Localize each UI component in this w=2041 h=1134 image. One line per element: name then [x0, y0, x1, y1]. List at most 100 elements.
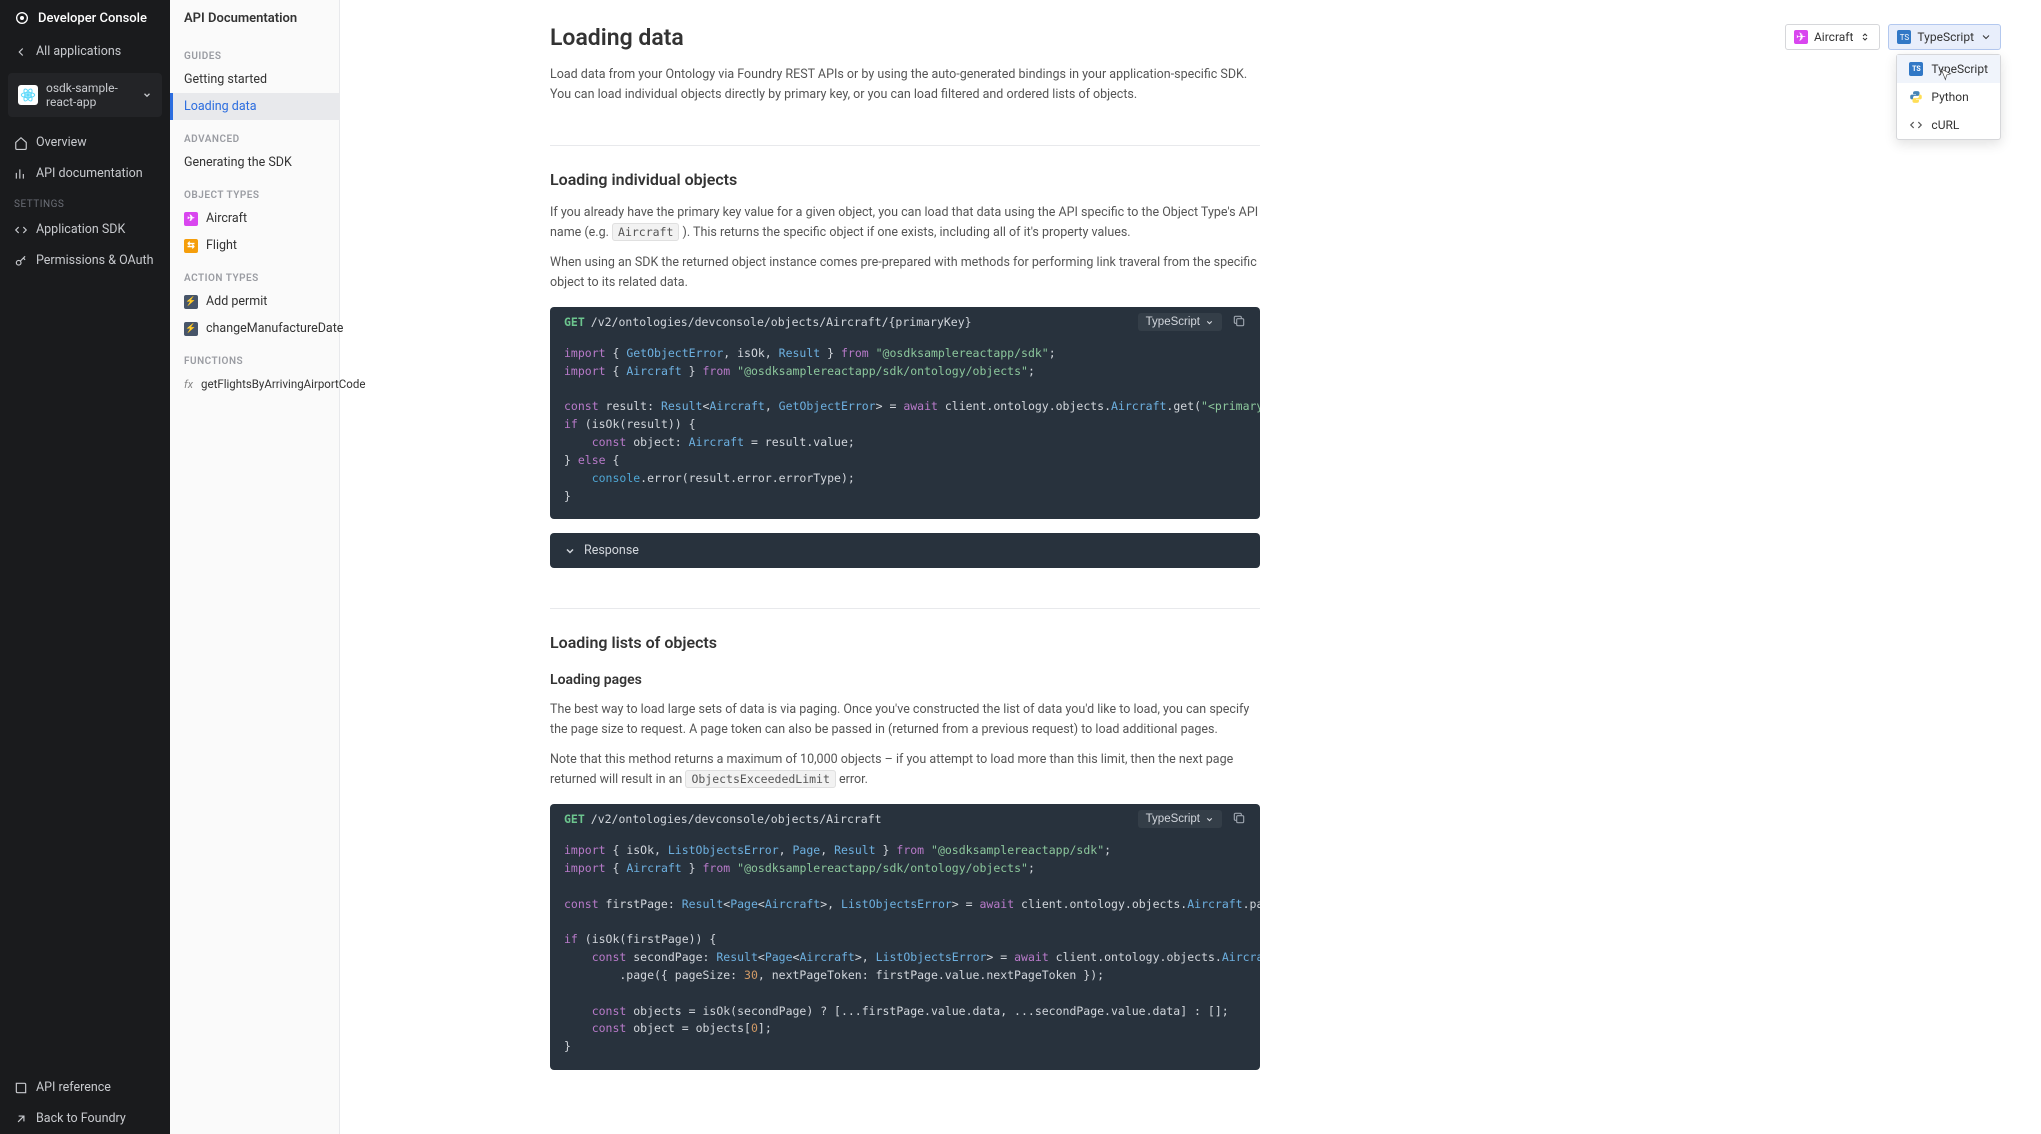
inline-code-limit: ObjectsExceededLimit — [685, 770, 835, 788]
lang-option-python[interactable]: Python — [1897, 83, 2000, 111]
doc-flight-label: Flight — [206, 238, 237, 253]
pages-paragraph-2: Note that this method returns a maximum … — [550, 750, 1260, 790]
code-brackets-icon — [1909, 118, 1923, 132]
code-body-2[interactable]: import { isOk, ListObjectsError, Page, R… — [550, 834, 1260, 1070]
brand-header: Developer Console — [0, 0, 170, 36]
primary-sidebar: Developer Console All applications osdk-… — [0, 0, 170, 1134]
doc-loading-data[interactable]: Loading data — [170, 93, 339, 120]
response-label: Response — [584, 543, 639, 558]
typescript-icon: TS — [1909, 62, 1923, 76]
nav-permissions-oauth[interactable]: Permissions & OAuth — [0, 245, 170, 276]
doc-flight[interactable]: ⇆ Flight — [170, 232, 339, 259]
section-object-types: OBJECT TYPES — [170, 176, 339, 205]
lang-option-curl[interactable]: cURL — [1897, 111, 2000, 139]
language-label: TypeScript — [1917, 30, 1974, 44]
language-selector[interactable]: TS TypeScript — [1888, 24, 2001, 50]
doc-aircraft[interactable]: ✈ Aircraft — [170, 205, 339, 232]
lang-option-typescript[interactable]: TS TypeScript — [1897, 55, 2000, 83]
code-block-1: GET /v2/ontologies/devconsole/objects/Ai… — [550, 307, 1260, 519]
pages-paragraph-1: The best way to load large sets of data … — [550, 700, 1260, 740]
chevron-down-icon — [1205, 318, 1214, 327]
home-icon — [14, 136, 28, 150]
language-dropdown: TS TypeScript Python cURL — [1896, 54, 2001, 140]
doc-add-permit[interactable]: ⚡ Add permit — [170, 288, 339, 315]
plane-icon: ✈ — [184, 212, 198, 226]
code-header-2: GET /v2/ontologies/devconsole/objects/Ai… — [550, 804, 1260, 834]
main-content: ✈ Aircraft TS TypeScript TS TypeScript — [340, 0, 2041, 1134]
all-applications-link[interactable]: All applications — [0, 36, 170, 67]
nav-back-to-foundry[interactable]: Back to Foundry — [0, 1103, 170, 1134]
nav-api-ref-label: API reference — [36, 1080, 111, 1095]
typescript-icon: TS — [1897, 30, 1911, 44]
action-icon: ⚡ — [184, 322, 198, 336]
key-icon — [14, 254, 28, 268]
code-lang-label: TypeScript — [1146, 813, 1200, 825]
http-path: /v2/ontologies/devconsole/objects/Aircra… — [591, 315, 972, 329]
lang-py-label: Python — [1931, 90, 1968, 104]
http-path: /v2/ontologies/devconsole/objects/Aircra… — [591, 812, 882, 826]
section-guides: GUIDES — [170, 37, 339, 66]
chevron-down-icon — [1205, 815, 1214, 824]
http-method: GET — [564, 315, 585, 329]
object-type-selector[interactable]: ✈ Aircraft — [1785, 24, 1880, 50]
nav-api-documentation[interactable]: API documentation — [0, 158, 170, 189]
chevron-down-icon — [1980, 31, 1992, 43]
nav-application-sdk[interactable]: Application SDK — [0, 214, 170, 245]
action-icon: ⚡ — [184, 295, 198, 309]
code-lang-selector[interactable]: TypeScript — [1138, 810, 1222, 828]
nav-back-label: Back to Foundry — [36, 1111, 126, 1126]
python-icon — [1909, 90, 1923, 104]
inline-code-aircraft: Aircraft — [612, 223, 679, 241]
code-header-1: GET /v2/ontologies/devconsole/objects/Ai… — [550, 307, 1260, 337]
current-app-selector[interactable]: osdk-sample-react-app — [8, 73, 162, 117]
individual-paragraph-1: If you already have the primary key valu… — [550, 203, 1260, 243]
object-type-label: Aircraft — [1814, 30, 1853, 44]
nav-app-sdk-label: Application SDK — [36, 222, 125, 237]
section-pages-heading: Loading pages — [550, 672, 1260, 688]
doc-get-flights-fn[interactable]: fx getFlightsByArrivingAirportCode — [170, 371, 339, 397]
function-icon: fx — [184, 378, 193, 391]
plane-icon: ✈ — [1794, 30, 1808, 44]
book-icon — [14, 1081, 28, 1095]
bar-chart-icon — [14, 167, 28, 181]
section-individual-heading: Loading individual objects — [550, 145, 1260, 189]
code-body-1[interactable]: import { GetObjectError, isOk, Result } … — [550, 337, 1260, 519]
doc-change-mfg-date[interactable]: ⚡ changeManufactureDate — [170, 315, 339, 342]
text-fragment: ). This returns the specific object if o… — [683, 225, 1131, 240]
doc-change-mfg-label: changeManufactureDate — [206, 321, 343, 336]
lang-curl-label: cURL — [1931, 118, 1959, 132]
section-functions: FUNCTIONS — [170, 342, 339, 371]
section-lists-heading: Loading lists of objects — [550, 608, 1260, 652]
app-name-label: osdk-sample-react-app — [46, 81, 134, 109]
nav-api-doc-label: API documentation — [36, 166, 143, 181]
text-fragment: Note that this method returns a maximum … — [550, 752, 1233, 787]
page-controls: ✈ Aircraft TS TypeScript TS TypeScript — [1785, 24, 2001, 50]
http-method: GET — [564, 812, 585, 826]
react-app-icon — [18, 85, 38, 105]
code-block-2: GET /v2/ontologies/devconsole/objects/Ai… — [550, 804, 1260, 1070]
section-advanced: ADVANCED — [170, 120, 339, 149]
external-link-icon — [14, 1112, 28, 1126]
individual-paragraph-2: When using an SDK the returned object in… — [550, 253, 1260, 293]
nav-api-reference[interactable]: API reference — [0, 1072, 170, 1103]
nav-perms-label: Permissions & OAuth — [36, 253, 154, 268]
sort-icon — [1859, 31, 1871, 43]
code-lang-label: TypeScript — [1146, 316, 1200, 328]
code-icon — [14, 223, 28, 237]
section-action-types: ACTION TYPES — [170, 259, 339, 288]
doc-add-permit-label: Add permit — [206, 294, 267, 309]
lang-ts-label: TypeScript — [1931, 62, 1988, 76]
code-lang-selector[interactable]: TypeScript — [1138, 313, 1222, 331]
copy-button[interactable] — [1232, 314, 1246, 331]
response-toggle[interactable]: Response — [550, 533, 1260, 568]
all-applications-label: All applications — [36, 44, 121, 59]
doc-generating-sdk[interactable]: Generating the SDK — [170, 149, 339, 176]
doc-aircraft-label: Aircraft — [206, 211, 247, 226]
chevron-down-icon — [142, 90, 152, 100]
section-settings: SETTINGS — [0, 189, 170, 214]
nav-overview[interactable]: Overview — [0, 127, 170, 158]
nav-overview-label: Overview — [36, 135, 87, 150]
flight-icon: ⇆ — [184, 239, 198, 253]
doc-getting-started[interactable]: Getting started — [170, 66, 339, 93]
copy-button[interactable] — [1232, 811, 1246, 828]
